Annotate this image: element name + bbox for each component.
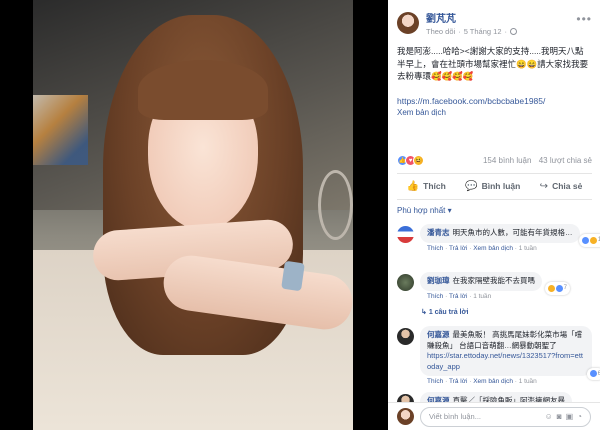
camera-icon[interactable]: ◙ [557,412,562,421]
commenter-avatar[interactable] [397,328,414,345]
emoji-icon[interactable]: ☺ [545,412,553,421]
comment-reaction-count: 7 [563,285,567,291]
meta-separator: · [504,27,508,36]
comment-actions: Thích · Trả lời · Xem bản dịch · 1 tuần [427,244,537,252]
comment-filter-dropdown[interactable]: Phù hợp nhất ▾ [397,206,452,215]
follow-link[interactable]: Theo dõi [426,27,455,36]
action-bar: 👍 Thích 💬 Bình luận ↪ Chia sẻ [397,175,592,197]
viewer-avatar [397,408,414,425]
comment-item: 劉珈瑋 在我家隔壁我能不去買嗎 7 Thích · Trả lời · 1 tuầ… [397,272,592,300]
comment-input-placeholder: Viết bình luận... [429,412,481,421]
sticker-icon[interactable]: ◔ [577,412,582,421]
gif-icon[interactable]: ▣ [566,412,574,421]
post-header: 劉芃芃 Theo dõi · 5 Tháng 12 · ••• [388,0,600,38]
author-avatar[interactable] [397,12,419,34]
post-caption: 我是阿澎.....哈哈><謝謝大家的支持.....我明天八點半早上，會在社頭市場… [388,38,600,107]
comment-item: 何嘉源 最美魚販！ 高挑馬尾妹彰化菜市場「嚐賺殺魚」 台語口音萌翻…網暴動朝聖了 … [397,326,600,385]
post-date[interactable]: 5 Tháng 12 [464,27,502,36]
haha-reaction-icon [547,284,555,292]
comment-reply-link[interactable]: Trả lời [449,245,467,252]
comment-translate-link[interactable]: Xem bản dịch [473,245,513,252]
like-reaction-icon [589,370,597,378]
divider [397,199,592,200]
photo-bangs [138,60,268,120]
post-panel: 劉芃芃 Theo dõi · 5 Tháng 12 · ••• 我是阿澎....… [388,0,600,430]
comment-label: Bình luận [481,181,521,191]
post-meta: Theo dõi · 5 Tháng 12 · [426,27,517,36]
comment-body: 潘青志明天魚市的人數，可能有年貨規格… 12 Thích · Trả lời ·… [420,224,600,252]
share-button[interactable]: ↪ Chia sẻ [540,181,583,192]
composer-icons: ☺ ◙ ▣ ◔ [545,412,582,421]
comment-reply-link[interactable]: Trả lời [449,293,467,300]
commenter-name[interactable]: 潘青志 [427,228,450,237]
comment-body: 何嘉源 最美魚販！ 高挑馬尾妹彰化菜市場「嚐賺殺魚」 台語口音萌翻…網暴動朝聖了 … [420,326,600,385]
like-reaction-icon [555,284,563,292]
header-text: 劉芃芃 Theo dõi · 5 Tháng 12 · [426,10,517,36]
view-replies-link[interactable]: ↳ 1 câu trả lời [397,308,468,316]
comment-text: 明天魚市的人數，可能有年貨規格… [452,228,573,237]
comment-time[interactable]: 1 tuần [473,293,491,300]
globe-icon [510,28,517,35]
haha-reaction-icon [589,236,597,244]
reaction-bar: 👍 ♥ 😆 154 bình luận 43 lượt chia sẻ [397,155,592,166]
meta-separator: · [458,27,461,36]
share-icon: ↪ [539,180,549,192]
share-count[interactable]: 43 lượt chia sẻ [539,156,592,165]
comment-translate-link[interactable]: Xem bản dịch [473,378,513,385]
haha-reaction-icon[interactable]: 😆 [413,155,424,166]
post-counts: 154 bình luận 43 lượt chia sẻ [478,156,592,165]
reply-count-label: 1 câu trả lời [428,309,469,316]
comment-button[interactable]: 💬 Bình luận [465,181,520,192]
comment-reactions[interactable]: 6 [586,367,600,380]
comment-text: 最美魚販！ 高挑馬尾妹彰化菜市場「嚐賺殺魚」 台語口音萌翻…網暴動朝聖了 [427,330,583,350]
photo-painting [33,95,88,165]
commenter-avatar[interactable] [397,226,414,243]
like-button[interactable]: 👍 Thích [407,181,446,192]
more-options-icon[interactable]: ••• [576,12,592,26]
comment-like-link[interactable]: Thích [427,378,443,385]
share-label: Chia sẻ [552,181,583,191]
photo-fan [318,170,353,240]
divider [397,173,592,174]
comment-time[interactable]: 1 tuần [519,245,537,252]
author-name[interactable]: 劉芃芃 [426,10,517,25]
thumbs-up-icon: 👍 [406,180,420,192]
comment-text: 在我家隔壁我能不去買嗎 [452,276,536,285]
comment-reactions[interactable]: 12 [578,234,600,247]
comment-actions: Thích · Trả lời · Xem bản dịch · 1 tuần [427,378,537,385]
comment-like-link[interactable]: Thích [427,293,443,300]
like-reaction-icon [581,236,589,244]
comment-reactions[interactable]: 7 [544,282,570,295]
comment-body: 劉珈瑋 在我家隔壁我能不去買嗎 7 Thích · Trả lời · 1 tuầ… [420,272,570,300]
photo-viewer [0,0,388,430]
comment-reply-link[interactable]: Trả lời [449,378,467,385]
photo-watch [281,260,305,292]
commenter-avatar[interactable] [397,274,414,291]
comment-item: 潘青志明天魚市的人數，可能有年貨規格… 12 Thích · Trả lời ·… [397,224,600,252]
comment-input[interactable]: Viết bình luận... ☺ ◙ ▣ ◔ [420,406,591,427]
comment-bubble: 何嘉源 最美魚販！ 高挑馬尾妹彰化菜市場「嚐賺殺魚」 台語口音萌翻…網暴動朝聖了 … [420,326,600,380]
caption-link[interactable]: https://m.facebook.com/bcbcbabe1985/ [397,95,591,108]
comment-actions: Thích · Trả lời · 1 tuần [427,292,492,300]
post-photo[interactable] [33,0,353,430]
caption-text: 我是阿澎.....哈哈><謝謝大家的支持.....我明天八點半早上，會在社頭市場… [397,46,589,81]
comment-time[interactable]: 1 tuần [519,378,537,385]
comment-link[interactable]: https://star.ettoday.net/news/1323517?fr… [427,351,585,372]
commenter-name[interactable]: 劉珈瑋 [427,276,450,285]
comment-icon: 💬 [465,180,478,192]
comment-bubble: 潘青志明天魚市的人數，可能有年貨規格… 12 [420,224,600,247]
see-translation-link[interactable]: Xem bản dịch [388,107,600,118]
comment-count[interactable]: 154 bình luận [483,156,532,165]
like-label: Thích [423,181,446,191]
comment-composer: Viết bình luận... ☺ ◙ ▣ ◔ [388,402,600,430]
comment-like-link[interactable]: Thích [427,245,443,252]
comment-bubble: 劉珈瑋 在我家隔壁我能不去買嗎 7 [420,272,570,295]
commenter-name[interactable]: 何嘉源 [427,330,450,339]
